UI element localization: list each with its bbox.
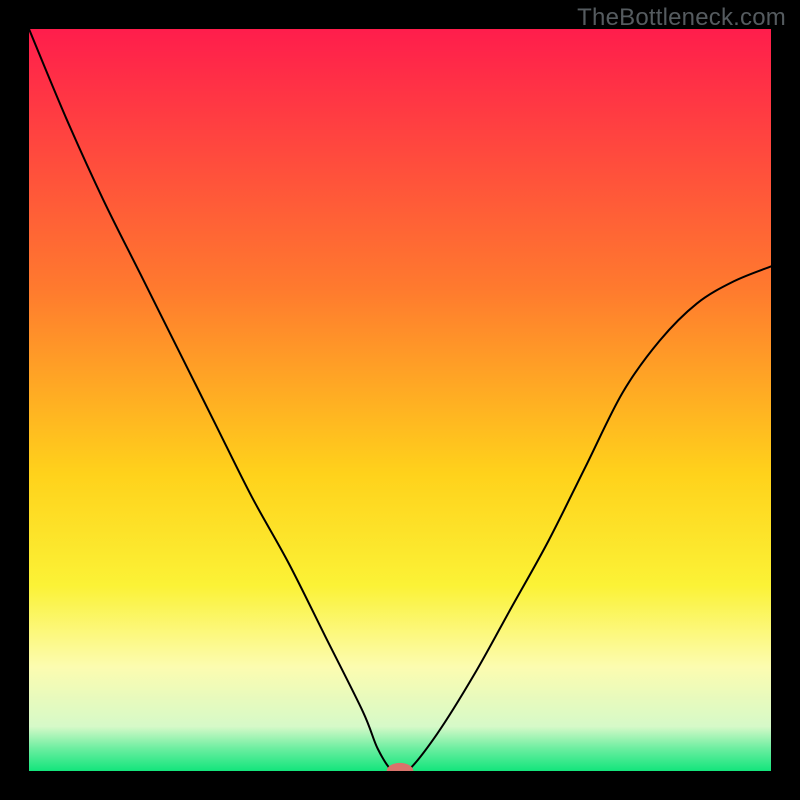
chart-svg [29,29,771,771]
plot-area [29,29,771,771]
chart-frame: TheBottleneck.com [0,0,800,800]
heatmap-background [29,29,771,771]
watermark-text: TheBottleneck.com [577,4,786,32]
